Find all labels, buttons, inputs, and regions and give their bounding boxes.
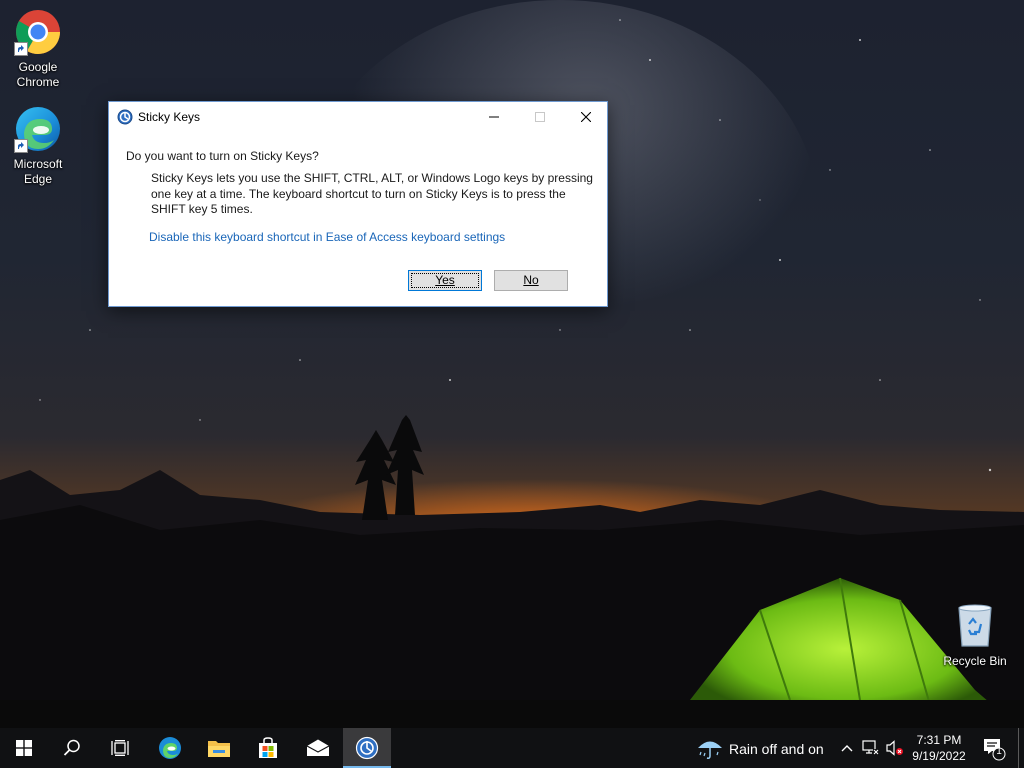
desktop-icon-label: Chrome (16, 75, 60, 89)
shortcut-arrow-icon (14, 42, 28, 56)
task-view-button[interactable] (96, 728, 144, 768)
maximize-button (517, 102, 563, 132)
weather-widget[interactable]: Rain off and on (694, 728, 834, 768)
yes-button[interactable]: Yes (408, 270, 482, 291)
shortcut-arrow-icon (14, 139, 28, 153)
clock[interactable]: 7:31 PM 9/19/2022 (906, 732, 972, 764)
network-tray-icon[interactable] (860, 728, 882, 768)
weather-text: Rain off and on (729, 741, 824, 757)
edge-icon (159, 737, 181, 759)
taskbar-microsoft-store[interactable] (244, 728, 292, 768)
edge-icon (14, 105, 62, 153)
sticky-keys-dialog: Sticky Keys Do you want to turn on Stick… (108, 101, 608, 307)
umbrella-rain-icon (698, 741, 722, 759)
action-center-button[interactable]: 1 (980, 728, 1008, 768)
recycle-bin-icon (951, 602, 999, 650)
disable-shortcut-link[interactable]: Disable this keyboard shortcut in Ease o… (149, 230, 505, 244)
yes-button-label: Yes (435, 273, 455, 287)
ease-of-access-icon (117, 109, 133, 125)
minimize-button[interactable] (471, 102, 517, 132)
close-icon (581, 112, 591, 122)
maximize-icon (535, 112, 545, 122)
taskbar: Rain off and on 7:31 PM 9/19/2022 1 (0, 728, 1024, 768)
show-desktop-button[interactable] (1018, 728, 1024, 768)
search-button[interactable] (48, 728, 96, 768)
desktop-icon-label: Edge (23, 172, 53, 186)
mail-icon (306, 739, 330, 756)
chevron-up-icon (841, 745, 853, 752)
dialog-description: Sticky Keys lets you use the SHIFT, CTRL… (151, 171, 593, 216)
desktop-icon-microsoft-edge[interactable]: Microsoft Edge (0, 105, 76, 187)
taskbar-ease-of-access[interactable] (343, 728, 391, 768)
store-icon (259, 737, 277, 758)
clock-time: 7:31 PM (916, 733, 962, 747)
taskbar-edge[interactable] (146, 728, 194, 768)
ease-of-access-icon (355, 736, 379, 760)
no-button[interactable]: No (494, 270, 568, 291)
dialog-titlebar[interactable]: Sticky Keys (109, 102, 607, 132)
start-button[interactable] (0, 728, 48, 768)
show-hidden-icons-button[interactable] (836, 728, 858, 768)
minimize-icon (489, 116, 499, 118)
windows-logo-icon (16, 740, 32, 756)
clock-date: 9/19/2022 (912, 749, 966, 763)
desktop-icon-label: Google (18, 60, 58, 74)
volume-muted-icon (886, 740, 903, 756)
volume-tray-icon[interactable] (884, 728, 906, 768)
chrome-icon (14, 8, 62, 56)
taskbar-mail[interactable] (294, 728, 342, 768)
network-icon (862, 740, 879, 755)
taskbar-file-explorer[interactable] (195, 728, 243, 768)
folder-icon (208, 741, 230, 757)
desktop-icon-label: Microsoft (13, 157, 63, 171)
desktop-icon-google-chrome[interactable]: Google Chrome (0, 8, 76, 90)
desktop-icon-recycle-bin[interactable]: Recycle Bin (937, 602, 1013, 669)
desktop-icon-label: Recycle Bin (943, 654, 1007, 668)
no-button-label: No (523, 273, 539, 287)
notification-count: 1 (996, 746, 1002, 757)
search-icon (63, 739, 80, 756)
close-button[interactable] (563, 102, 609, 132)
task-view-icon (111, 740, 129, 756)
dialog-title: Sticky Keys (138, 110, 201, 124)
dialog-question: Do you want to turn on Sticky Keys? (126, 149, 319, 163)
